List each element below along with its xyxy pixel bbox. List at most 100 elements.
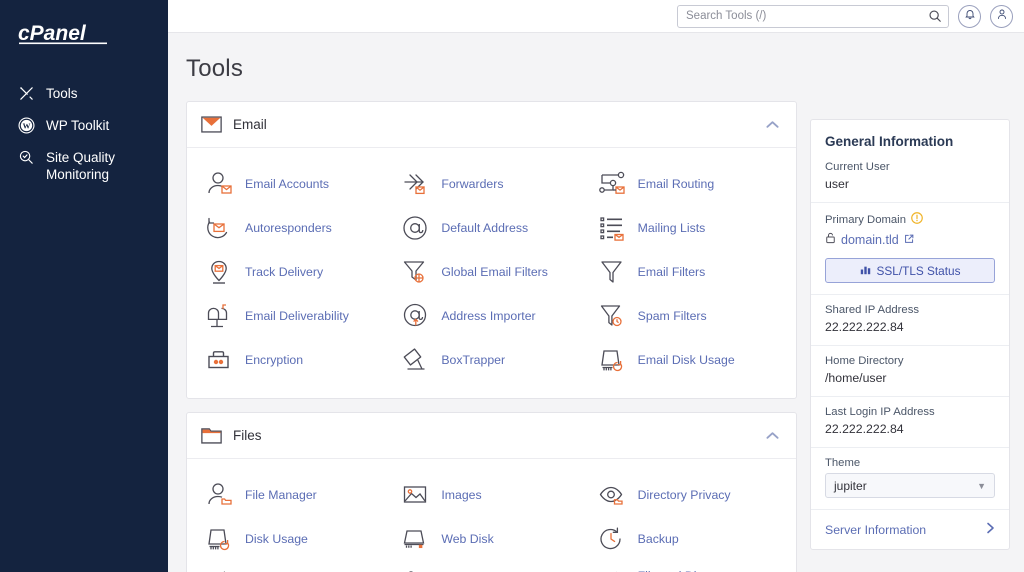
sidebar-nav: Tools W WP Toolkit <box>0 78 168 190</box>
home-directory-label: Home Directory <box>825 355 995 367</box>
tool-label: File Manager <box>245 488 317 502</box>
tool-label: Images <box>441 488 481 502</box>
chevron-up-icon[interactable] <box>766 427 780 445</box>
notifications-button[interactable] <box>958 5 981 28</box>
sidebar-item-site-quality-monitoring[interactable]: Site Quality Monitoring <box>0 142 168 190</box>
server-information-link[interactable]: Server Information <box>811 509 1009 549</box>
tool-forwarders[interactable]: Forwarders <box>393 162 589 206</box>
home-directory-row: Home Directory /home/user <box>811 345 1009 396</box>
last-login-ip-row: Last Login IP Address 22.222.222.84 <box>811 396 1009 447</box>
email-filters-icon <box>596 257 630 287</box>
git-icon <box>399 568 433 572</box>
theme-value: jupiter <box>834 479 867 493</box>
tool-encryption[interactable]: Encryption <box>197 338 393 382</box>
svg-text:W: W <box>23 122 31 131</box>
tool-images[interactable]: Images <box>393 473 589 517</box>
tool-label: Spam Filters <box>638 309 707 323</box>
tool-directory-privacy[interactable]: Directory Privacy <box>590 473 786 517</box>
tool-label: BoxTrapper <box>441 353 505 367</box>
tool-label: Forwarders <box>441 177 503 191</box>
backup-wizard-icon <box>203 568 237 572</box>
last-login-ip-label: Last Login IP Address <box>825 406 995 418</box>
tool-email-routing[interactable]: Email Routing <box>590 162 786 206</box>
tool-email-filters[interactable]: Email Filters <box>590 250 786 294</box>
tool-label: Web Disk <box>441 532 493 546</box>
theme-row: Theme jupiter ▼ <box>811 447 1009 509</box>
tool-file-and-directory-restoration[interactable]: File and Directory Restoration <box>590 561 786 572</box>
primary-domain-link-row: domain.tld <box>825 231 995 249</box>
section-title: Files <box>233 428 766 443</box>
primary-domain-label: Primary Domain <box>825 214 906 226</box>
theme-select[interactable]: jupiter ▼ <box>825 473 995 498</box>
search-icon[interactable] <box>928 9 942 28</box>
primary-domain-row: Primary Domain <box>811 202 1009 294</box>
tool-spam-filters[interactable]: Spam Filters <box>590 294 786 338</box>
boxtrapper-icon <box>399 345 433 375</box>
page-title: Tools <box>186 33 797 101</box>
svg-text:cPanel: cPanel <box>18 22 87 45</box>
tool-git-version-control[interactable]: Git™ Version Control <box>393 561 589 572</box>
email-deliverability-icon <box>203 301 237 331</box>
address-importer-icon <box>399 301 433 331</box>
home-directory-value: /home/user <box>825 371 995 385</box>
section-header-email[interactable]: Email <box>187 102 796 148</box>
warning-icon[interactable] <box>911 212 923 227</box>
external-link-icon[interactable] <box>904 231 914 249</box>
tool-backup[interactable]: Backup <box>590 517 786 561</box>
tools-column: Tools Email <box>186 33 797 572</box>
shared-ip-row: Shared IP Address 22.222.222.84 <box>811 294 1009 345</box>
tool-email-disk-usage[interactable]: Email Disk Usage <box>590 338 786 382</box>
ssl-tls-status-label: SSL/TLS Status <box>877 264 961 278</box>
tool-backup-wizard[interactable]: Backup Wizard <box>197 561 393 572</box>
tool-email-deliverability[interactable]: Email Deliverability <box>197 294 393 338</box>
tool-default-address[interactable]: Default Address <box>393 206 589 250</box>
sidebar-item-wp-toolkit[interactable]: W WP Toolkit <box>0 110 168 142</box>
backup-icon <box>596 524 630 554</box>
search-input[interactable] <box>677 5 949 28</box>
tool-address-importer[interactable]: Address Importer <box>393 294 589 338</box>
tool-web-disk[interactable]: Web Disk <box>393 517 589 561</box>
shared-ip-label: Shared IP Address <box>825 304 995 316</box>
account-button[interactable] <box>990 5 1013 28</box>
search-box <box>677 5 949 28</box>
tool-label: Backup <box>638 532 679 546</box>
tool-global-email-filters[interactable]: Global Email Filters <box>393 250 589 294</box>
section-header-files[interactable]: Files <box>187 413 796 459</box>
tool-label: Disk Usage <box>245 532 308 546</box>
last-login-ip-value: 22.222.222.84 <box>825 422 995 436</box>
tool-label: Autoresponders <box>245 221 332 235</box>
tool-label: Default Address <box>441 221 528 235</box>
primary-domain-link[interactable]: domain.tld <box>841 233 899 247</box>
tool-boxtrapper[interactable]: BoxTrapper <box>393 338 589 382</box>
directory-privacy-icon <box>596 480 630 510</box>
tool-email-accounts[interactable]: Email Accounts <box>197 162 393 206</box>
email-disk-usage-icon <box>596 345 630 375</box>
site-quality-icon <box>18 149 36 167</box>
theme-label: Theme <box>825 457 995 469</box>
tool-file-manager[interactable]: File Manager <box>197 473 393 517</box>
forwarders-icon <box>399 169 433 199</box>
web-disk-icon <box>399 524 433 554</box>
tool-autoresponders[interactable]: Autoresponders <box>197 206 393 250</box>
tool-mailing-lists[interactable]: Mailing Lists <box>590 206 786 250</box>
chevron-up-icon[interactable] <box>766 116 780 134</box>
user-icon <box>996 7 1008 25</box>
general-information-panel: General Information Current User user Pr… <box>810 119 1010 550</box>
tool-label: Email Routing <box>638 177 715 191</box>
mailing-lists-icon <box>596 213 630 243</box>
tool-track-delivery[interactable]: Track Delivery <box>197 250 393 294</box>
tool-disk-usage[interactable]: Disk Usage <box>197 517 393 561</box>
main-area: Tools Email <box>168 0 1024 572</box>
sidebar-item-label: Site Quality Monitoring <box>46 149 154 183</box>
tool-label: Address Importer <box>441 309 535 323</box>
bar-chart-icon <box>860 264 871 278</box>
global-email-filters-icon <box>399 257 433 287</box>
sidebar-item-tools[interactable]: Tools <box>0 78 168 110</box>
encryption-icon <box>203 345 237 375</box>
cpanel-logo[interactable]: cPanel <box>0 14 168 58</box>
ssl-tls-status-button[interactable]: SSL/TLS Status <box>825 258 995 283</box>
envelope-icon <box>201 114 227 136</box>
server-information-label: Server Information <box>825 523 926 537</box>
sidebar-item-label: WP Toolkit <box>46 117 109 134</box>
file-manager-icon <box>203 480 237 510</box>
